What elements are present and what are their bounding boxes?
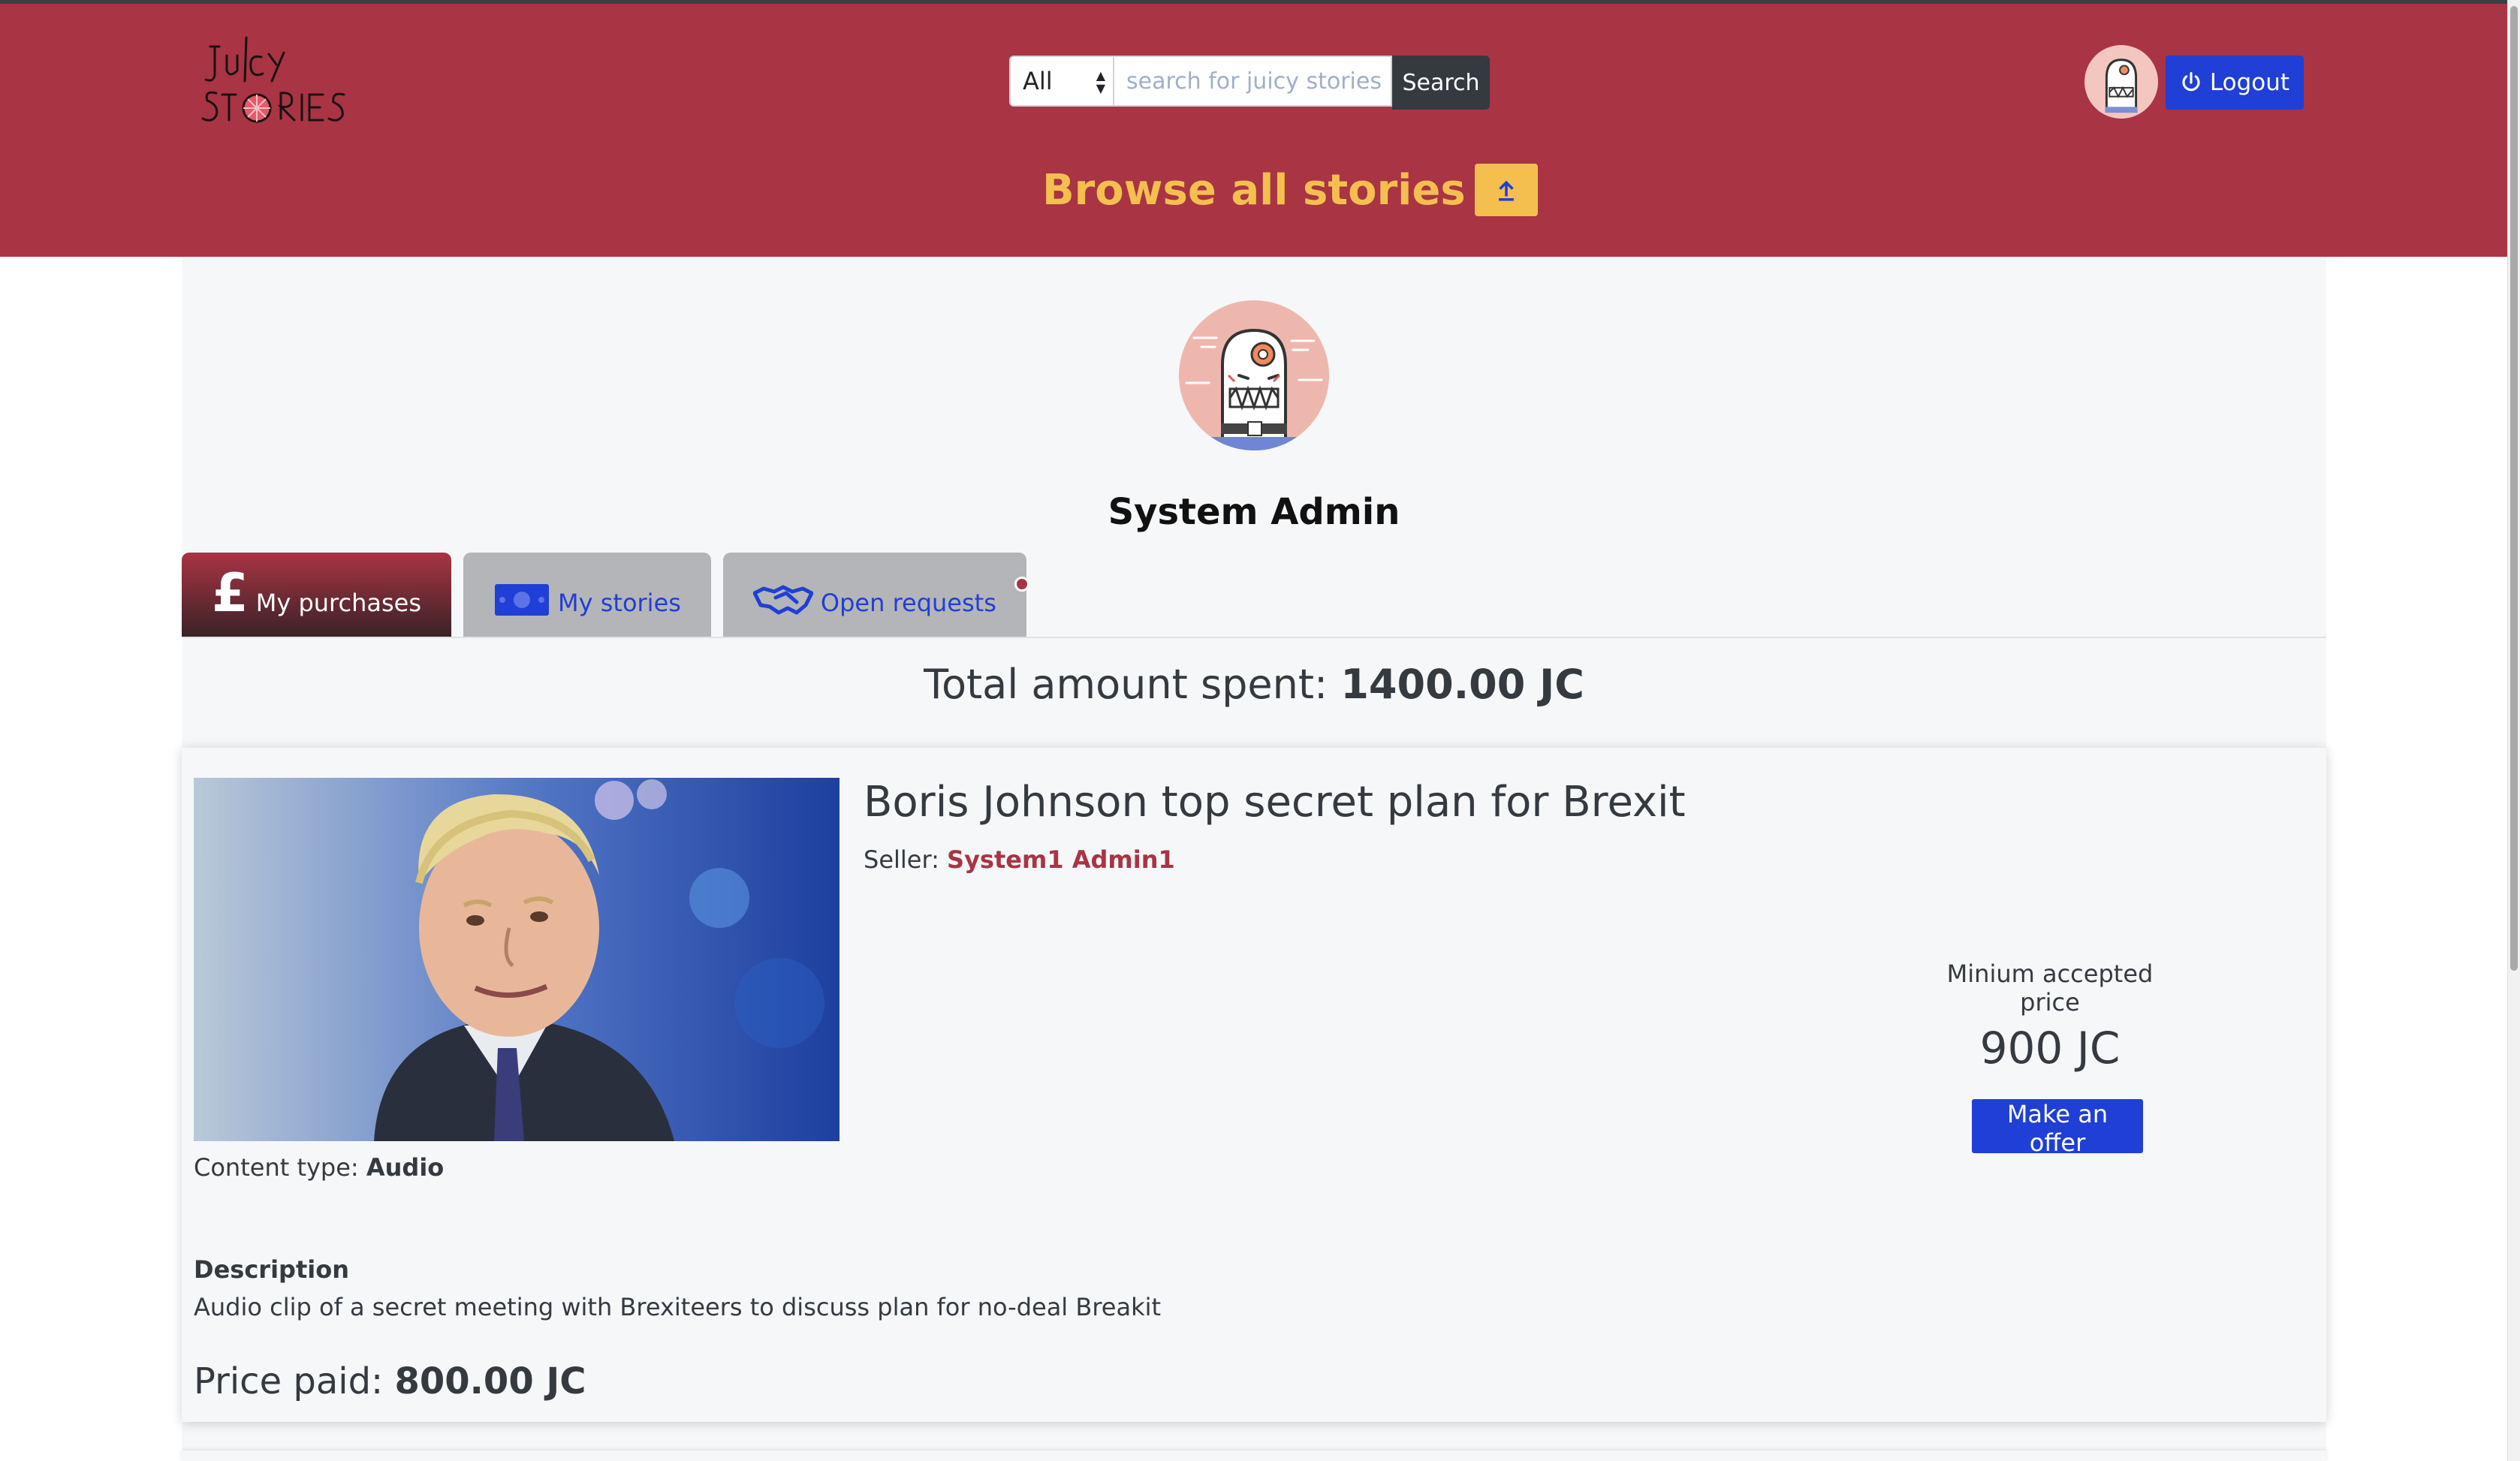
make-offer-button[interactable]: Make an offer [1972,1099,2143,1157]
profile-avatar [1179,300,1329,450]
handshake-icon [752,583,813,617]
browse-section: Browse all stories [1042,164,1538,216]
total-spent-label: Total amount spent: [924,661,1328,708]
tabs-divider [182,637,2326,638]
tab-label: My purchases [255,589,421,617]
search-button[interactable]: Search [1392,56,1490,110]
category-select-value: All [1023,67,1053,95]
tab-label: Open requests [820,589,996,617]
tab-my-purchases[interactable]: £ My purchases [182,553,451,637]
profile-tabs: £ My purchases My stories Open requests [182,553,1029,637]
banknote-icon [493,583,550,617]
notification-dot [1014,577,1029,592]
power-icon [2182,71,2200,92]
seller-info: Seller: System1 Admin1 [864,845,1175,874]
content-type-label: Content type: [194,1153,359,1182]
price-paid-value: 800.00 JC [394,1360,586,1402]
profile-name: System Admin [1108,491,1400,533]
story-thumbnail[interactable] [194,778,839,1141]
price-paid-label: Price paid: [194,1360,384,1402]
description-text: Audio clip of a secret meeting with Brex… [194,1293,1162,1321]
upload-story-button[interactable] [1474,164,1538,216]
min-price-value: 900 JC [1979,1023,2121,1074]
description-label: Description [194,1255,349,1284]
category-select[interactable]: All ▲ ▼ [1009,56,1114,107]
purchase-card: Boris Johnson top secret plan for Brexit… [182,748,2326,1422]
search-input[interactable] [1114,56,1392,107]
seller-name-link[interactable]: System1 Admin1 [947,845,1175,874]
scrollbar-thumb[interactable] [2510,6,2518,971]
user-avatar[interactable] [2084,45,2158,119]
browse-all-stories-link[interactable]: Browse all stories [1042,166,1466,215]
logout-button[interactable]: Logout [2166,56,2304,110]
seller-label: Seller: [864,845,939,874]
next-purchase-card [182,1450,2326,1461]
tab-label: My stories [558,589,681,617]
juicy-stories-logo[interactable] [197,36,354,134]
total-spent: Total amount spent: 1400.00 JC [182,661,2326,708]
site-header [0,4,2508,257]
tab-open-requests[interactable]: Open requests [722,553,1029,637]
tab-my-stories[interactable]: My stories [463,553,711,637]
min-price-label: Minium accepted price [1946,959,2154,1017]
total-spent-value: 1400.00 JC [1340,661,1584,708]
pound-icon: £ [212,562,249,624]
select-arrows-icon: ▲ ▼ [1096,68,1105,95]
logout-label: Logout [2209,69,2290,96]
page-scrollbar[interactable] [2507,0,2520,1461]
upload-icon [1498,180,1514,201]
story-title[interactable]: Boris Johnson top secret plan for Brexit [864,778,1686,827]
content-type: Content type: Audio [194,1153,444,1182]
content-type-value: Audio [366,1153,445,1182]
price-paid: Price paid: 800.00 JC [194,1360,586,1402]
search-bar: All ▲ ▼ Search [1009,56,1490,110]
